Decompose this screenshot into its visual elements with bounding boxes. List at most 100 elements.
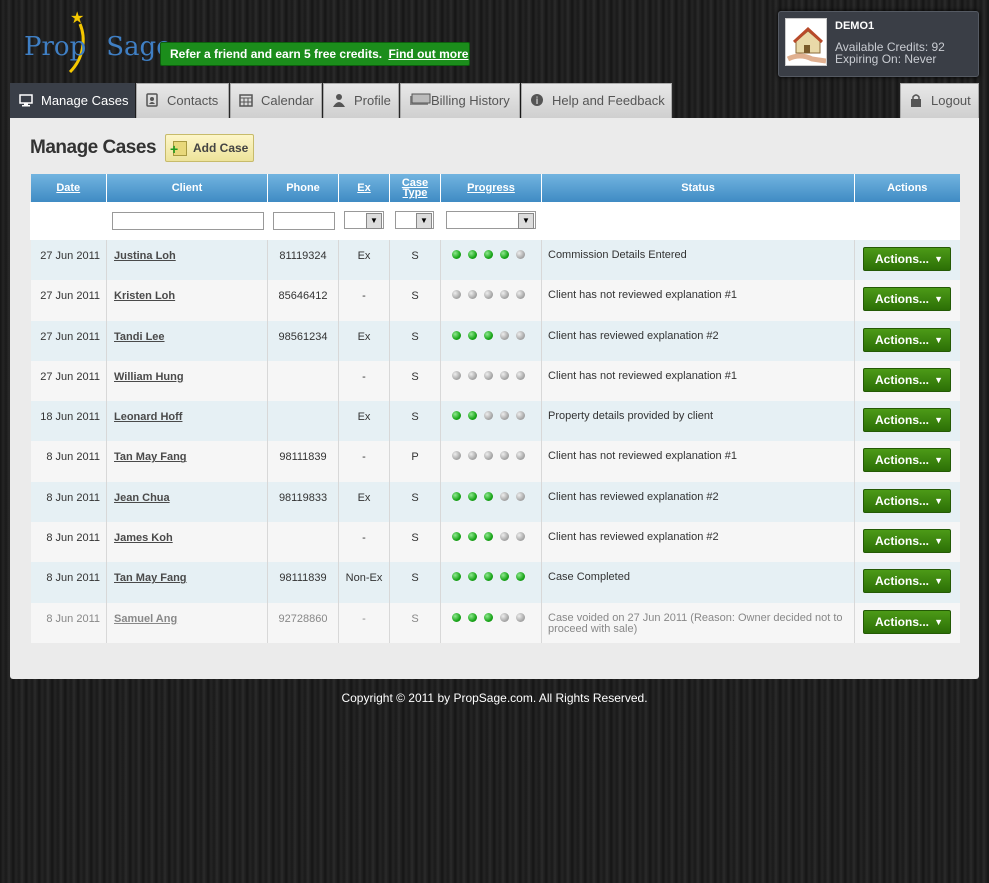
client-cell: James Koh <box>106 522 268 563</box>
actions-dropdown-button[interactable]: Actions... ▼ <box>863 287 951 312</box>
actions-dropdown-button[interactable]: Actions... ▼ <box>863 488 951 513</box>
case-type-cell: S <box>389 602 441 643</box>
progress-dot <box>452 290 461 300</box>
logout-button[interactable]: Logout <box>900 83 979 118</box>
phone-cell: 98119833 <box>267 481 339 523</box>
progress-dot <box>516 330 525 340</box>
progress-dot <box>452 612 461 622</box>
phone-cell: 98111839 <box>267 562 339 603</box>
client-filter-input[interactable] <box>112 212 264 230</box>
table-row: 8 Jun 2011 Jean Chua 98119833 Ex S Client has… <box>30 481 960 523</box>
client-link[interactable]: Samuel Ang <box>114 613 177 625</box>
client-link[interactable]: Tan May Fang <box>114 451 187 463</box>
actions-dropdown-button[interactable]: Actions... ▼ <box>863 367 951 392</box>
actions-dropdown-button[interactable]: Actions... ▼ <box>863 448 951 473</box>
actions-label: Actions... <box>875 372 930 387</box>
actions-cell: Actions... ▼ <box>854 481 960 523</box>
case-date: 8 Jun 2011 <box>30 481 107 523</box>
case-type-cell: S <box>389 280 441 321</box>
col-ex[interactable]: Ex <box>338 174 390 202</box>
tab-calendar[interactable]: Calendar <box>230 83 322 118</box>
progress-dot <box>484 491 493 501</box>
main-panel: Manage Cases Add Case Date Client Phone … <box>10 118 979 679</box>
client-cell: Leonard Hoff <box>106 401 268 442</box>
client-cell: Jean Chua <box>106 481 268 523</box>
progress-dot <box>484 330 493 340</box>
lock-icon <box>911 94 921 107</box>
table-row: 27 Jun 2011 Tandi Lee 98561234 Ex S Client ha… <box>30 320 960 361</box>
money-icon <box>410 93 431 105</box>
actions-dropdown-button[interactable]: Actions... ▼ <box>863 609 951 634</box>
actions-label: Actions... <box>875 332 930 347</box>
referral-banner: Refer a friend and earn 5 free credits. … <box>160 42 470 66</box>
table-row: 8 Jun 2011 Tan May Fang 98111839- P Client h… <box>30 441 960 482</box>
actions-dropdown-button[interactable]: Actions... ▼ <box>863 408 951 433</box>
client-link[interactable]: Justina Loh <box>114 250 176 262</box>
ex-cell: - <box>338 602 390 643</box>
actions-dropdown-button[interactable]: Actions... ▼ <box>863 529 951 554</box>
case-type-cell: S <box>389 522 441 563</box>
table-row: 8 Jun 2011 Tan May Fang 98111839 Non-Ex S Cas… <box>30 562 960 603</box>
case-date: 27 Jun 2011 <box>30 360 107 402</box>
case-date: 27 Jun 2011 <box>30 320 107 361</box>
actions-dropdown-button[interactable]: Actions... ▼ <box>863 247 951 271</box>
client-link[interactable]: James Koh <box>114 532 173 544</box>
find-out-more-link[interactable]: Find out more <box>388 47 468 61</box>
progress-indicator <box>440 280 542 321</box>
client-link[interactable]: Jean Chua <box>114 492 170 504</box>
progress-dot <box>500 370 509 380</box>
status-cell: Client has not reviewed explanation #1 <box>541 441 855 482</box>
actions-cell: Actions... ▼ <box>854 360 960 402</box>
progress-dot <box>500 572 509 582</box>
footer-copyright: Copyright © 2011 by PropSage.com. All Ri… <box>341 691 648 705</box>
actions-cell: Actions... ▼ <box>854 522 960 563</box>
case-date: 8 Jun 2011 <box>30 441 107 482</box>
actions-dropdown-button[interactable]: Actions... ▼ <box>863 569 951 594</box>
progress-indicator <box>440 602 542 643</box>
case-type-filter-select[interactable] <box>395 211 434 229</box>
main-nav: Manage Cases Contacts Calendar Profile B… <box>10 83 979 118</box>
filter-ex-cell <box>338 202 390 240</box>
tab-manage-cases[interactable]: Manage Cases <box>10 83 135 118</box>
tab-help-feedback[interactable]: i Help and Feedback <box>521 83 672 118</box>
progress-dot <box>516 290 525 300</box>
tab-contacts[interactable]: Contacts <box>136 83 229 118</box>
tab-profile[interactable]: Profile <box>323 83 399 118</box>
phone-filter-input[interactable] <box>273 212 335 230</box>
propsage-logo[interactable]: ★ Prop Sage <box>22 8 172 74</box>
table-row: 27 Jun 2011 William Hung - S Client has not … <box>30 360 960 402</box>
progress-dot <box>500 290 509 300</box>
progress-dot <box>484 572 493 582</box>
ex-filter-select[interactable] <box>344 211 384 229</box>
progress-filter-select[interactable] <box>446 211 536 229</box>
actions-cell: Actions... ▼ <box>854 240 960 281</box>
table-row: 8 Jun 2011 Samuel Ang 92728860- S Case voide… <box>30 602 960 643</box>
client-link[interactable]: Tan May Fang <box>114 572 187 584</box>
client-cell: Tandi Lee <box>106 320 268 361</box>
client-link[interactable]: Kristen Loh <box>114 290 175 302</box>
progress-dot <box>468 572 477 582</box>
actions-label: Actions... <box>875 534 930 549</box>
client-link[interactable]: Tandi Lee <box>114 331 165 343</box>
table-row: 27 Jun 2011 Justina Loh 81119324 Ex S Commiss… <box>30 240 960 281</box>
table-row: 8 Jun 2011 James Koh - S Client has reviewed… <box>30 522 960 563</box>
col-status: Status <box>541 174 855 202</box>
col-date[interactable]: Date <box>30 174 107 202</box>
col-case-type[interactable]: Case Type <box>389 174 441 202</box>
table-row: 27 Jun 2011 Kristen Loh 85646412- S Client h… <box>30 280 960 321</box>
progress-dot <box>516 491 525 501</box>
progress-indicator <box>440 320 542 361</box>
tab-label: Help and Feedback <box>552 93 665 108</box>
filter-status-cell <box>541 202 855 240</box>
progress-dot <box>452 491 461 501</box>
client-link[interactable]: Leonard Hoff <box>114 411 182 423</box>
col-date-label: Date <box>56 182 81 194</box>
col-progress[interactable]: Progress <box>440 174 542 202</box>
table-row: 18 Jun 2011 Leonard Hoff Ex S Property detai… <box>30 401 960 442</box>
add-case-button[interactable]: Add Case <box>165 134 254 162</box>
progress-dot <box>468 451 477 461</box>
ex-cell: Ex <box>338 481 390 523</box>
tab-billing-history[interactable]: Billing History <box>400 83 520 118</box>
client-link[interactable]: William Hung <box>114 371 184 383</box>
actions-dropdown-button[interactable]: Actions... ▼ <box>863 327 951 352</box>
